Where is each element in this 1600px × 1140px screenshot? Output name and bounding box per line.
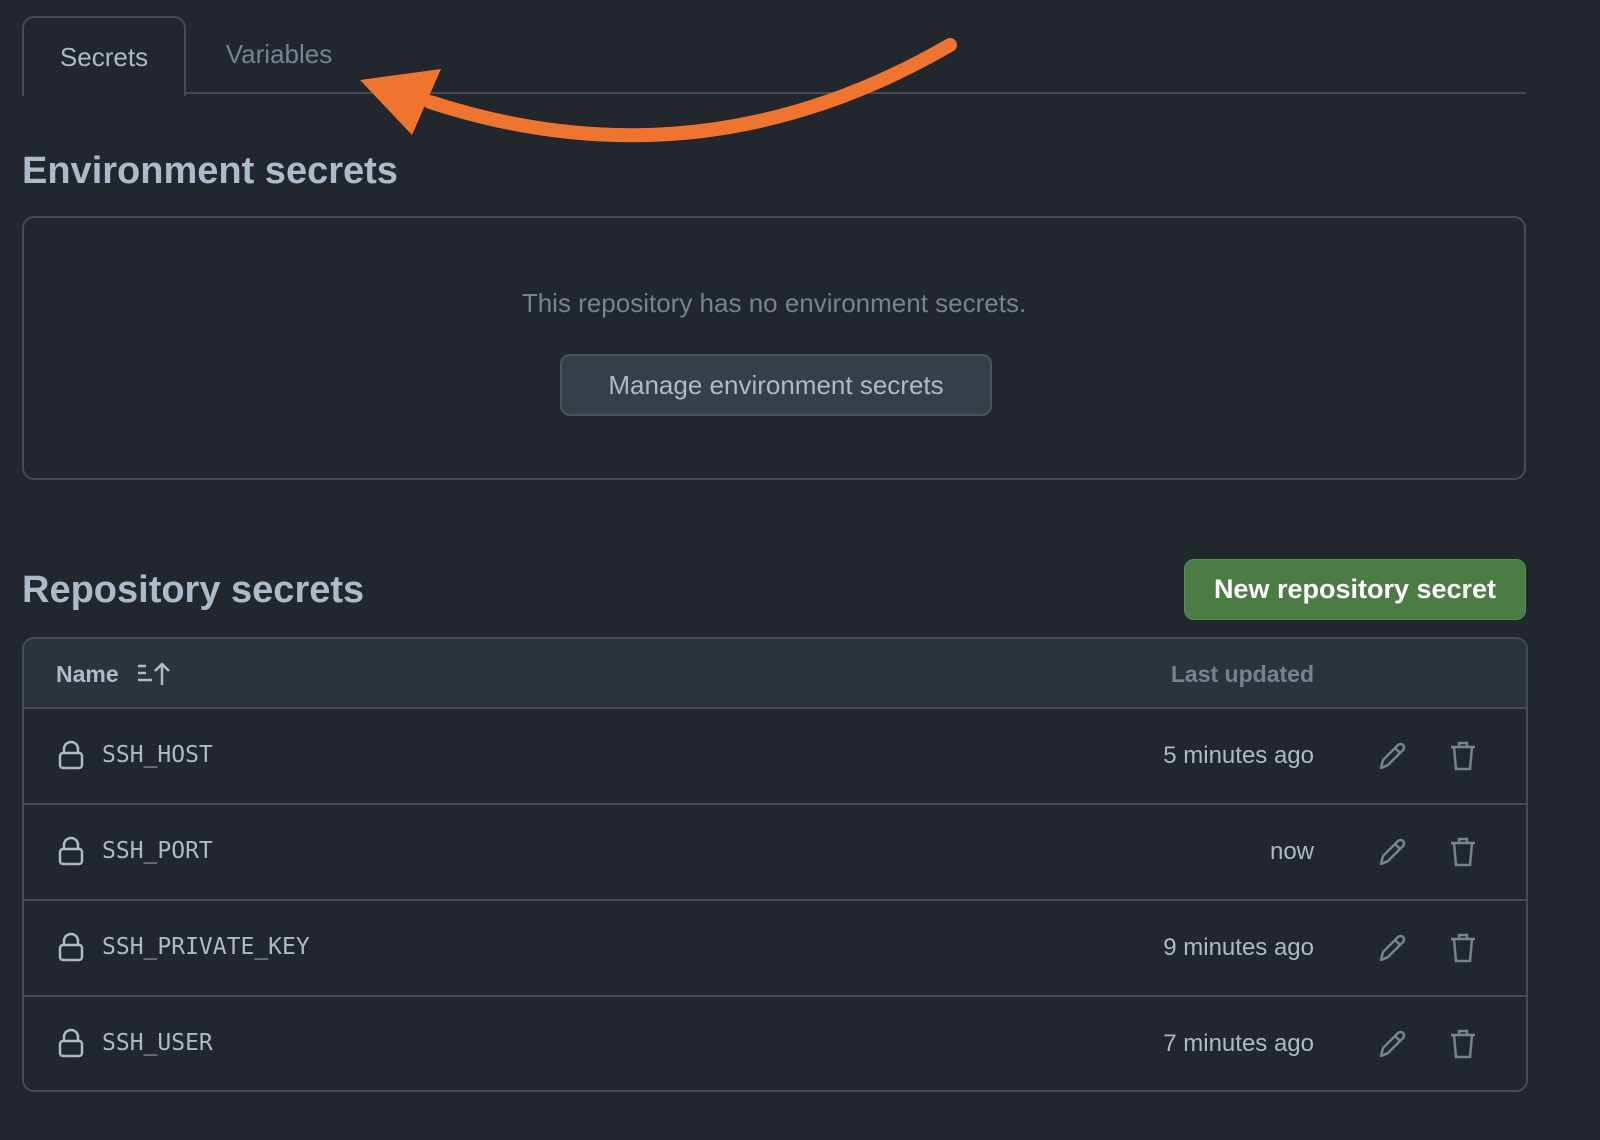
- environment-secrets-panel: This repository has no environment secre…: [22, 216, 1526, 480]
- annotation-arrow: [360, 38, 957, 143]
- lock-icon: [58, 932, 84, 962]
- last-updated-time: 9 minutes ago: [1163, 934, 1314, 961]
- manage-environment-secrets-button[interactable]: Manage environment secrets: [560, 354, 992, 416]
- table-row: SSH_HOST 5 minutes ago: [24, 709, 1526, 805]
- empty-state-text: This repository has no environment secre…: [521, 288, 1027, 318]
- edit-pencil-icon[interactable]: [1378, 933, 1408, 963]
- last-updated-column-header: Last updated: [1170, 661, 1314, 687]
- last-updated-time: 7 minutes ago: [1163, 1030, 1314, 1057]
- lock-icon: [58, 1028, 84, 1058]
- lock-icon: [58, 836, 84, 866]
- delete-trash-icon[interactable]: [1450, 836, 1476, 868]
- name-column-header[interactable]: Name: [56, 661, 119, 688]
- edit-pencil-icon[interactable]: [1378, 1029, 1408, 1059]
- secret-name: SSH_USER: [102, 1030, 213, 1056]
- secret-name: SSH_PORT: [102, 838, 213, 864]
- last-updated-time: 5 minutes ago: [1163, 742, 1314, 769]
- delete-trash-icon[interactable]: [1450, 932, 1476, 964]
- edit-pencil-icon[interactable]: [1378, 741, 1408, 771]
- secret-name: SSH_PRIVATE_KEY: [102, 934, 310, 960]
- delete-trash-icon[interactable]: [1450, 1028, 1476, 1060]
- repository-secrets-heading: Repository secrets: [22, 569, 365, 611]
- table-row: SSH_USER 7 minutes ago: [24, 997, 1526, 1090]
- table-row: SSH_PRIVATE_KEY 9 minutes ago: [24, 901, 1526, 997]
- secrets-table: Name Last updated SSH_HOST 5 minutes ago…: [22, 637, 1528, 1092]
- sort-ascending-icon[interactable]: [136, 661, 170, 687]
- edit-pencil-icon[interactable]: [1378, 837, 1408, 867]
- new-repository-secret-button[interactable]: New repository secret: [1184, 559, 1526, 620]
- secret-name: SSH_HOST: [102, 742, 213, 768]
- table-header: Name Last updated: [24, 639, 1526, 709]
- lock-icon: [58, 740, 84, 770]
- table-row: SSH_PORT now: [24, 805, 1526, 901]
- last-updated-time: now: [1269, 838, 1314, 865]
- delete-trash-icon[interactable]: [1450, 740, 1476, 772]
